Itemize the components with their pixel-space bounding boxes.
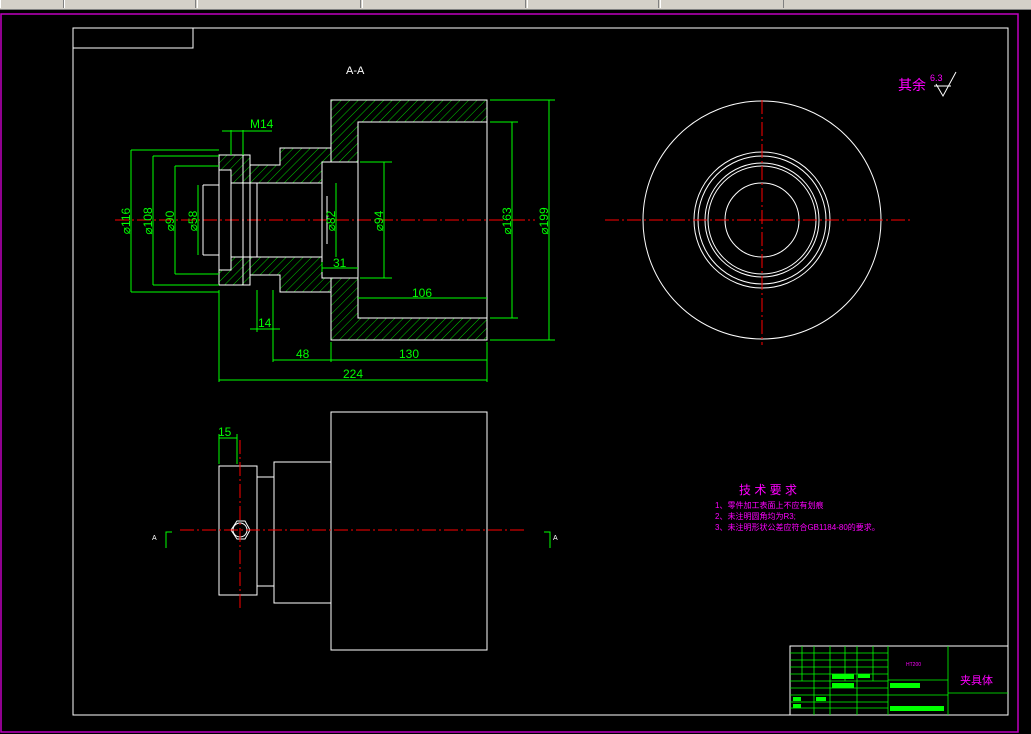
tech-req-item: 3、未注明形状公差应符合GB1184-80的要求。 — [715, 522, 880, 532]
title-block-material: HT200 — [906, 662, 921, 668]
dim-d58: ⌀58 — [186, 210, 200, 231]
side-view — [180, 411, 525, 651]
toolbar-strip — [0, 0, 1031, 10]
hub-lower — [249, 256, 332, 293]
dim-130: 130 — [399, 347, 419, 361]
dim-d199: ⌀199 — [537, 207, 551, 235]
view-label-right: A — [553, 535, 558, 542]
dim-d116: ⌀116 — [119, 207, 133, 234]
dim-d82: ⌀82 — [324, 210, 338, 231]
dim-d163: ⌀163 — [500, 207, 514, 235]
dim-48: 48 — [296, 347, 310, 361]
tech-req-item: 2、未注明圆角均为R3; — [715, 511, 796, 521]
corner-label-box — [73, 28, 194, 49]
end-view — [605, 100, 910, 345]
dim-d108: ⌀108 — [141, 207, 155, 235]
dim-31: 31 — [333, 256, 347, 270]
dim-106: 106 — [412, 286, 432, 300]
hub-upper — [249, 147, 332, 184]
tech-req-item: 1、零件加工表面上不应有划痕 — [715, 500, 823, 510]
dim-224: 224 — [343, 367, 363, 381]
drawing-frame — [72, 27, 1009, 716]
toolbar-segment[interactable] — [197, 0, 361, 8]
flange-upper — [218, 154, 251, 184]
view-arrow-left — [165, 531, 172, 548]
dim-15: 15 — [218, 425, 232, 439]
title-block: HT200 夹具体 — [789, 645, 1009, 716]
dim-m14: M14 — [250, 117, 274, 131]
toolbar-segment[interactable] — [0, 0, 64, 8]
section-view: ⌀116 ⌀108 ⌀90 ⌀58 ⌀82 ⌀94 ⌀163 ⌀199 M14 … — [115, 65, 555, 382]
toolbar-segment[interactable] — [660, 0, 784, 8]
dim-d94: ⌀94 — [372, 210, 386, 231]
drawing-canvas[interactable]: ⌀116 ⌀108 ⌀90 ⌀58 ⌀82 ⌀94 ⌀163 ⌀199 M14 … — [0, 10, 1031, 734]
dim-14: 14 — [258, 316, 272, 330]
view-label-left: A — [152, 535, 157, 542]
cup-wall-lower — [330, 277, 488, 341]
toolbar-segment[interactable] — [64, 0, 196, 8]
tech-req-title: 技 术 要 求 — [739, 483, 797, 497]
view-arrow-right — [544, 531, 551, 548]
toolbar-segment[interactable] — [362, 0, 526, 8]
surface-finish-value: 6.3 — [930, 73, 943, 83]
dim-d90: ⌀90 — [163, 210, 177, 231]
title-block-part-name: 夹具体 — [960, 673, 993, 687]
side-cup — [330, 411, 488, 651]
cup-wall-upper — [330, 99, 488, 163]
toolbar-segment[interactable] — [527, 0, 659, 8]
flange-lower — [218, 256, 251, 286]
section-mark: A-A — [346, 65, 365, 77]
tech-requirements: 技 术 要 求 1、零件加工表面上不应有划痕 2、未注明圆角均为R3; 3、未注… — [715, 483, 880, 532]
surface-finish-label: 其余 — [898, 77, 926, 93]
surface-finish-note: 其余 6.3 — [898, 71, 957, 98]
